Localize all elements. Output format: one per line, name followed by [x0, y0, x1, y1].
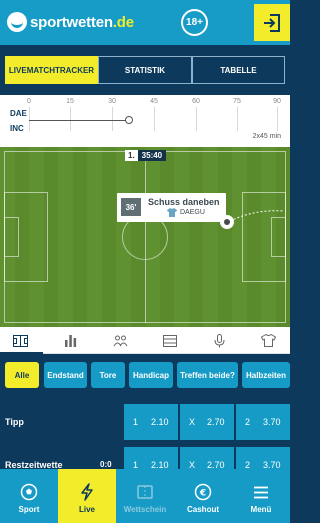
- timeline-tick: 90: [273, 98, 281, 105]
- timeline-gridline: [196, 107, 197, 131]
- shirt-icon: [167, 208, 177, 217]
- live-pitch: 1. 35:40 36' Schuss daneben DAEGU: [0, 147, 290, 327]
- bar-chart-icon[interactable]: [62, 332, 79, 349]
- timeline-tick: 30: [108, 98, 116, 105]
- nav-label: Cashout: [187, 505, 219, 514]
- filter-treffen-beide[interactable]: Treffen beide?: [177, 362, 238, 388]
- lightning-icon: [80, 483, 94, 501]
- shot-trajectory: [229, 210, 285, 222]
- market-filters: Alle Endstand Tore Handicap Treffen beid…: [0, 355, 290, 395]
- timeline-tick: 60: [192, 98, 200, 105]
- timeline-current-marker: [125, 116, 133, 124]
- filter-halbzeiten[interactable]: Halbzeiten: [242, 362, 290, 388]
- timeline-tick: 15: [66, 98, 74, 105]
- timeline-gridline: [154, 107, 155, 131]
- ball-position-marker: [220, 215, 234, 229]
- brand-main: sportwetten: [30, 13, 113, 31]
- timeline-gridline: [29, 107, 30, 131]
- tab-tabelle[interactable]: TABELLE: [192, 56, 285, 84]
- event-team: DAEGU: [180, 209, 205, 216]
- odd-value: 2.70: [207, 417, 225, 427]
- timeline-gridline: [70, 107, 71, 131]
- brand-name: sportwetten.de: [30, 14, 134, 31]
- age-restriction-badge: 18+: [181, 9, 208, 36]
- login-icon: [264, 13, 280, 32]
- odd-label: 2: [245, 417, 251, 427]
- betslip-icon: [137, 483, 153, 501]
- filter-endstand[interactable]: Endstand: [44, 362, 87, 388]
- odd-button-2[interactable]: 2 3.70: [236, 404, 290, 440]
- odd-button-x[interactable]: X 2.70: [180, 404, 234, 440]
- nav-live[interactable]: Live: [58, 469, 116, 523]
- soccer-ball-icon: [20, 483, 38, 501]
- tab-livematchtracker[interactable]: LIVEMATCHTRACKER: [5, 56, 98, 84]
- euro-icon: €: [194, 483, 212, 501]
- filter-alle[interactable]: Alle: [5, 362, 39, 388]
- shirt-icon[interactable]: [260, 332, 277, 349]
- pitch-icon[interactable]: [0, 332, 43, 354]
- lineup-icon[interactable]: [112, 332, 129, 349]
- timeline-tick: 45: [150, 98, 158, 105]
- timeline-team-home: DAE: [10, 109, 27, 118]
- nav-label: Wettschein: [123, 505, 167, 514]
- tracker-tabs: LIVEMATCHTRACKER STATISTIK TABELLE: [0, 45, 290, 95]
- nav-sport[interactable]: Sport: [0, 469, 58, 523]
- event-title: Schuss daneben: [148, 197, 220, 207]
- app-header: sportwetten.de 18+: [0, 0, 290, 45]
- brand-logo[interactable]: sportwetten.de: [7, 12, 134, 32]
- event-minute: 36': [121, 198, 141, 216]
- timeline-team-away: INC: [10, 124, 24, 133]
- filter-tore[interactable]: Tore: [91, 362, 125, 388]
- odd-label: X: [189, 417, 196, 427]
- nav-wettschein[interactable]: Wettschein: [116, 469, 174, 523]
- hamburger-menu-icon: [253, 483, 269, 501]
- filter-handicap[interactable]: Handicap: [129, 362, 173, 388]
- microphone-icon[interactable]: [211, 332, 228, 349]
- market-row-tipp: Tipp 1 2.10 X 2.70 2 3.70: [0, 404, 290, 440]
- match-duration: 2x45 min: [252, 133, 281, 140]
- nav-label: Sport: [18, 505, 40, 514]
- match-timeline: DAE INC 0 15 30 45 60 75 90 2x45 min: [0, 95, 290, 147]
- svg-text:€: €: [199, 489, 206, 499]
- timeline-gridline: [112, 107, 113, 131]
- timeline-tick: 75: [233, 98, 241, 105]
- logo-icon: [7, 12, 27, 32]
- nav-menu[interactable]: Menü: [232, 469, 290, 523]
- odd-button-1[interactable]: 1 2.10: [124, 404, 178, 440]
- current-score: 0:0: [100, 460, 112, 469]
- tab-statistik[interactable]: STATISTIK: [98, 56, 192, 84]
- timeline-tick: 0: [27, 98, 31, 105]
- event-popup: 36' Schuss daneben DAEGU: [117, 193, 226, 222]
- nav-label: Menü: [250, 505, 272, 514]
- nav-cashout[interactable]: € Cashout: [174, 469, 232, 523]
- timeline-progress: [29, 120, 129, 121]
- market-name: Tipp: [5, 417, 24, 427]
- nav-label: Live: [78, 505, 95, 514]
- odd-value: 3.70: [263, 417, 281, 427]
- timeline-gridline: [237, 107, 238, 131]
- brand-suffix: .de: [112, 13, 134, 31]
- table-icon[interactable]: [161, 332, 178, 349]
- odd-value: 2.10: [151, 417, 169, 427]
- tracker-view-switcher: [0, 327, 290, 354]
- odd-label: 1: [133, 417, 139, 427]
- timeline-gridline: [277, 107, 278, 131]
- bottom-navigation: Sport Live Wettschein € Cashout Menü: [0, 469, 290, 523]
- login-button[interactable]: [254, 4, 290, 41]
